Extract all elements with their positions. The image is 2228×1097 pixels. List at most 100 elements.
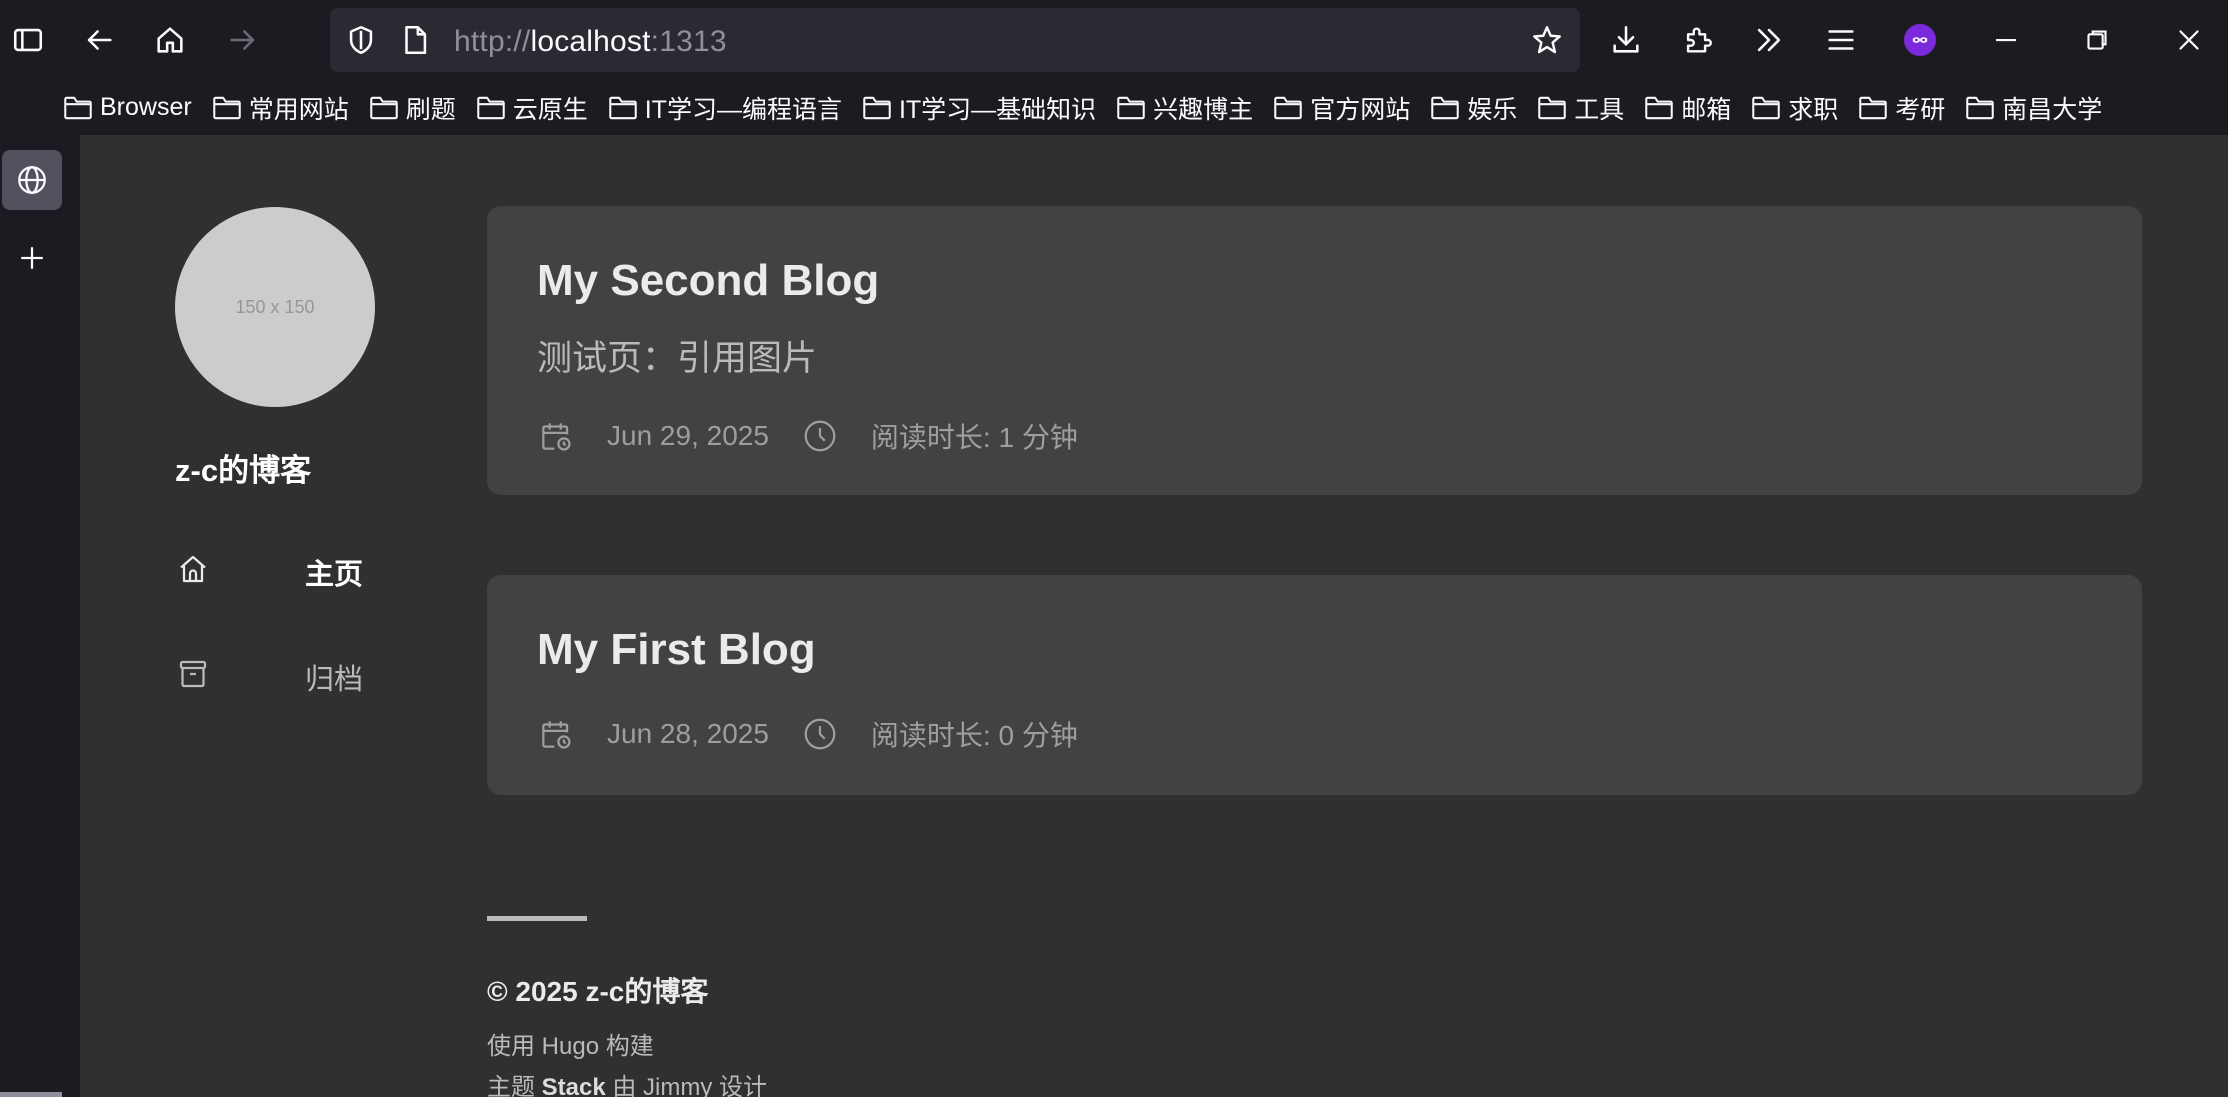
bookmark-folder[interactable]: 官方网站 [1272,90,1410,126]
folder-icon [1859,96,1888,119]
bookmark-label: 娱乐 [1467,95,1518,124]
menu-label-home: 主页 [305,559,364,591]
arrow-right-icon [230,30,255,50]
post-subtitle: 测试页：引用图片 [537,339,818,378]
url-text[interactable]: http://localhost:1313 [454,25,727,59]
bookmark-label: Browser [100,93,192,121]
url-bar[interactable]: http://localhost:1313 [330,8,1580,72]
extensions-button[interactable] [1672,14,1724,66]
post-card[interactable]: My First Blog Jun 28, 2025 阅读时长: 0 分钟 [487,575,2142,795]
bookmark-label: 求职 [1788,95,1839,124]
post-date: Jun 28, 2025 [607,718,769,749]
bookmark-folder[interactable]: IT学习—基础知识 [861,90,1096,126]
home-button[interactable] [144,14,196,66]
menu-button[interactable] [1815,14,1867,66]
minimize-button[interactable] [1980,14,2032,66]
back-button[interactable] [73,14,125,66]
private-mask-icon[interactable] [1904,24,1936,56]
bookmark-label: 考研 [1895,95,1946,124]
browser-sidebar [0,135,80,1097]
folder-icon [1752,96,1780,119]
forward-button[interactable] [217,14,269,66]
bookmark-label: 南昌大学 [2002,95,2103,124]
site-name[interactable]: z-c的博客 [175,445,311,490]
folder-icon [1645,96,1673,119]
folder-icon [1117,96,1145,119]
bookmark-folder[interactable]: IT学习—编程语言 [607,90,842,126]
bookmark-folder[interactable]: 工具 [1536,90,1624,126]
sidebar-scrollbar[interactable] [0,1092,62,1097]
calendar-clock-icon [542,721,571,749]
menu-label-archive: 归档 [305,664,364,696]
bookmark-label: 常用网站 [248,95,349,124]
home-icon [157,27,183,53]
post-meta: Jun 28, 2025 阅读时长: 0 分钟 [537,714,1078,754]
minimize-icon [1996,38,2016,42]
bookmark-label: 云原生 [512,95,588,124]
post-card[interactable]: My Second Blog 测试页：引用图片 Jun 29, 2025 阅读时… [487,206,2142,495]
bookmark-folder[interactable]: 刷题 [368,90,456,126]
bookmark-label: 邮箱 [1681,95,1732,124]
bookmark-folder[interactable]: 云原生 [475,90,588,126]
folder-icon [1431,96,1459,119]
restore-button[interactable] [2071,14,2123,66]
folder-icon [863,96,891,119]
folder-icon [212,96,241,119]
menu-item-archive[interactable]: 归档 [175,648,435,698]
blog-page: 150 x 150 z-c的博客 主页 归档 My Second Blog 测试… [80,135,2228,1097]
bookmark-folder[interactable]: 邮箱 [1643,90,1731,126]
bookmark-folder[interactable]: 考研 [1857,90,1945,126]
overflow-button[interactable] [1743,14,1795,66]
post-reading-time: 阅读时长: 1 分钟 [870,422,1078,453]
star-icon[interactable] [1530,23,1564,57]
bookmark-label: 工具 [1574,95,1625,124]
clock-icon [804,420,836,452]
post-date: Jun 29, 2025 [607,420,769,451]
bookmark-folder[interactable]: 娱乐 [1429,90,1517,126]
bookmarks-bar: Browser 常用网站 刷题 云原生 IT学习—编程语言 IT学习—基础知识 兴趣博主 官方… [0,80,2228,135]
bookmark-folder[interactable]: 求职 [1750,90,1838,126]
footer-built-with[interactable]: 使用 Hugo 构建 [487,1026,654,1061]
url-scheme: http:// [454,25,531,58]
footer-theme-by[interactable]: 由 Jimmy 设计 [612,1074,767,1097]
url-port: :1313 [650,25,727,58]
bookmark-folder[interactable]: 常用网站 [211,90,349,126]
shield-icon[interactable] [344,23,378,57]
sidebar-add-button[interactable] [2,228,62,288]
hamburger-icon [1828,30,1854,50]
bookmark-folder[interactable]: Browser [62,93,192,122]
bookmark-label: IT学习—基础知识 [898,95,1097,124]
footer-theme-prefix: 主题 [487,1074,535,1097]
puzzle-icon [1686,27,1712,53]
bookmark-label: 兴趣博主 [1153,95,1254,124]
post-title[interactable]: My Second Blog [537,256,879,306]
close-icon [2179,30,2199,50]
chevron-double-right-icon [1757,28,1781,52]
arrow-left-icon [87,30,112,50]
folder-icon [1538,96,1566,119]
folder-icon [1274,96,1302,119]
clock-icon [804,718,836,750]
footer-theme-name[interactable]: Stack [542,1074,606,1097]
url-host: localhost [530,25,651,58]
plus-icon [20,246,44,270]
sidebar-tab-web[interactable] [2,150,62,210]
post-reading-time: 阅读时长: 0 分钟 [870,720,1078,751]
avatar-placeholder-text: 150 x 150 [235,296,315,317]
globe-icon [18,166,46,194]
folder-icon [1966,96,1995,119]
download-button[interactable] [1600,14,1652,66]
close-button[interactable] [2163,14,2215,66]
bookmark-label: IT学习—编程语言 [644,95,842,124]
menu-item-home[interactable]: 主页 [175,543,435,593]
sidebar-icon[interactable] [2,14,54,66]
home-icon [180,555,206,583]
bookmark-folder[interactable]: 南昌大学 [1964,90,2102,126]
page-icon[interactable] [398,23,432,57]
folder-icon [608,96,637,119]
download-icon [1613,25,1639,53]
calendar-clock-icon [542,423,571,451]
bookmark-folder[interactable]: 兴趣博主 [1115,90,1253,126]
avatar[interactable]: 150 x 150 [175,207,375,407]
post-title[interactable]: My First Blog [537,625,816,675]
